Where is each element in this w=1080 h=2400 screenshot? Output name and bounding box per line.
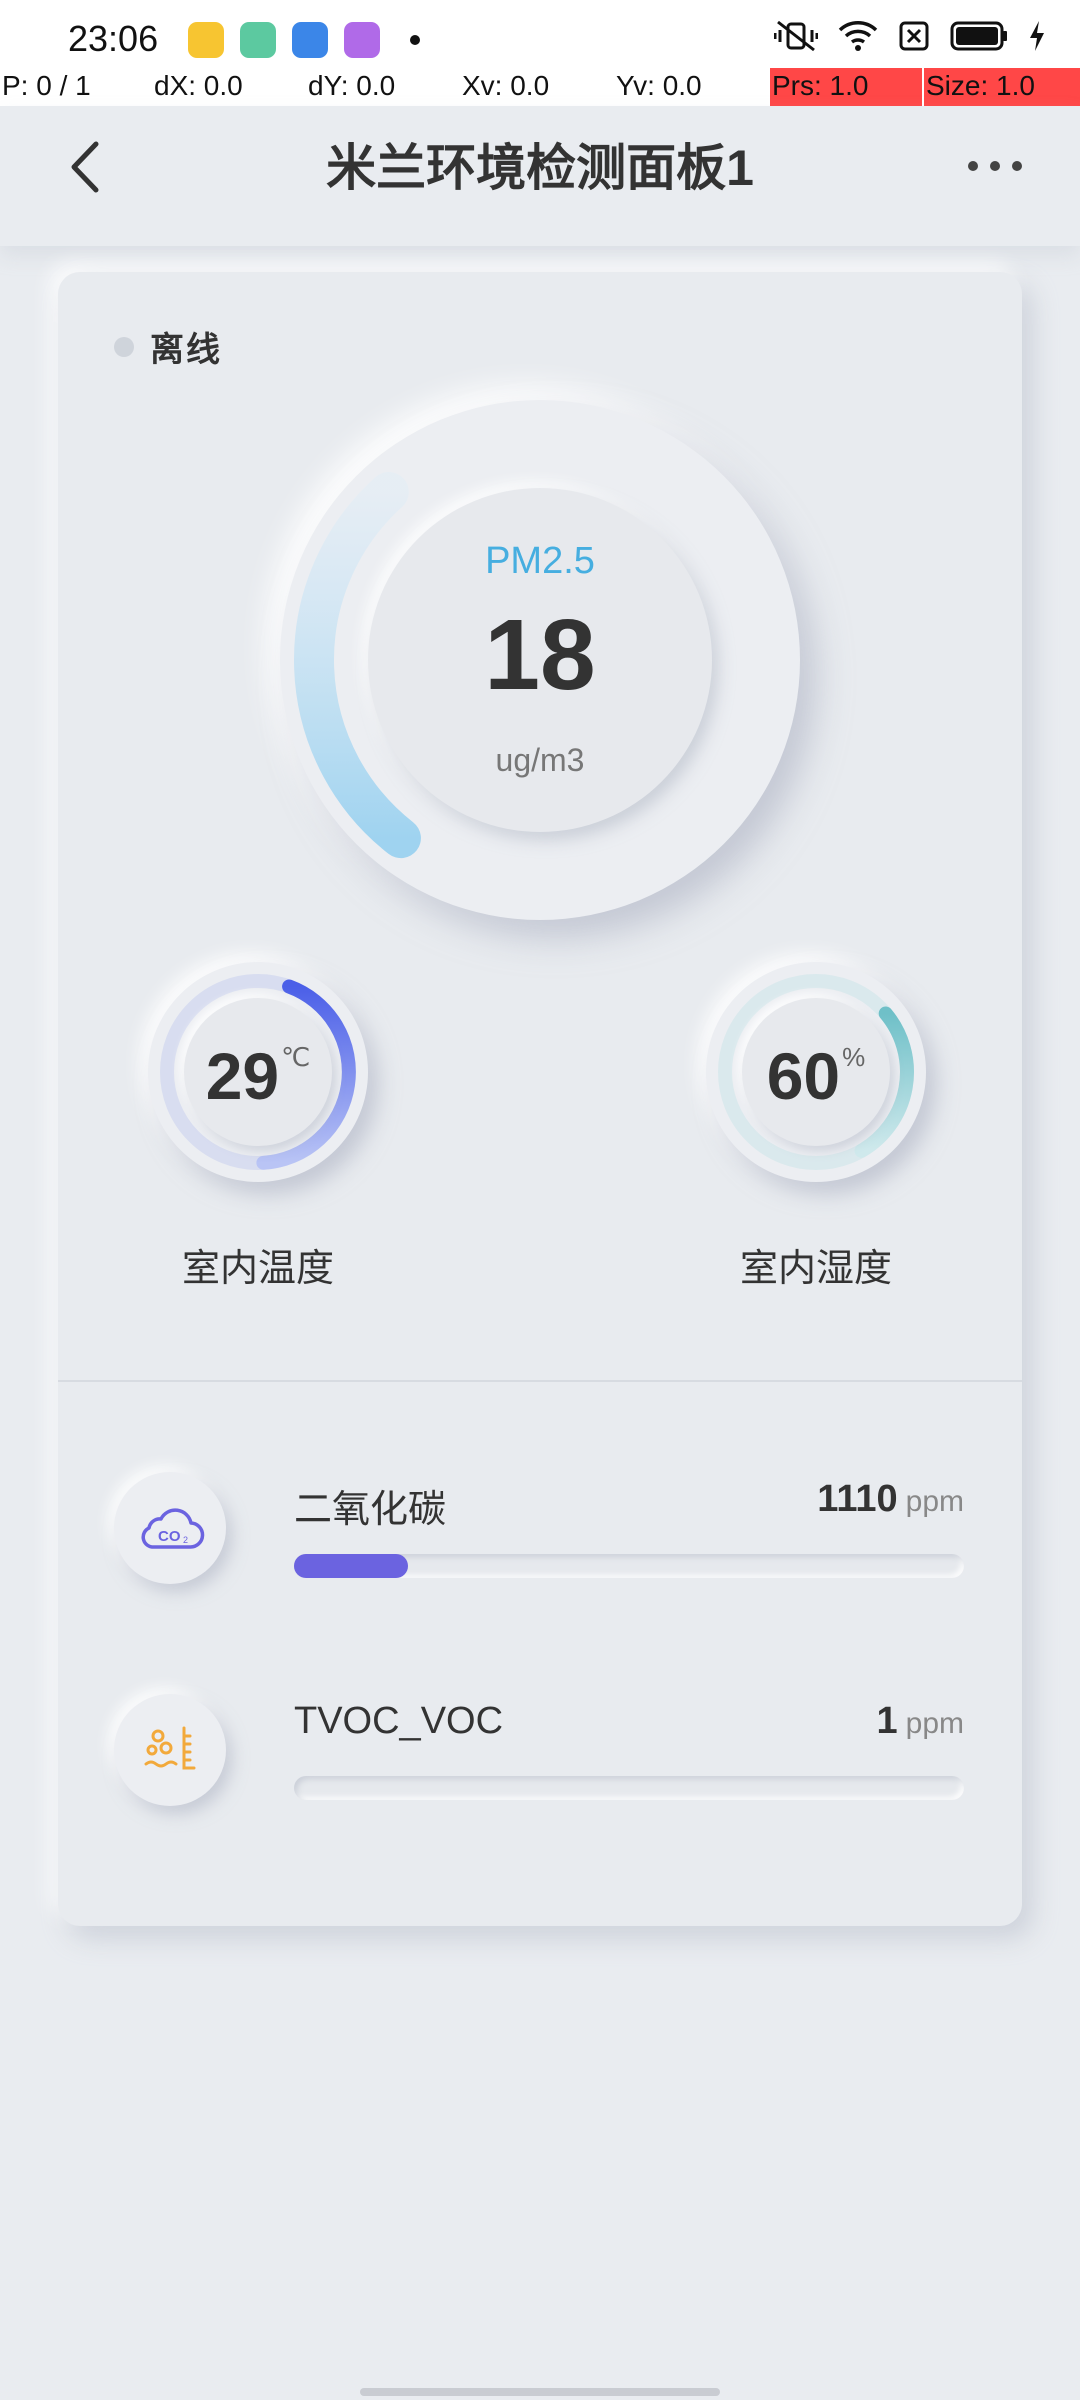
debug-size: Size: 1.0 — [924, 68, 1080, 106]
co2-value: 1110 — [817, 1478, 898, 1520]
humidity-readout: 60% — [742, 998, 890, 1146]
temperature-caption: 室内温度 — [181, 1248, 334, 1290]
co2-value-wrap: 1110 ppm — [817, 1478, 964, 1521]
status-bar: 23:06 — [0, 0, 1080, 72]
photo-app-icon — [240, 22, 276, 58]
debug-pressure: Prs: 1.0 — [770, 68, 922, 106]
pointer-debug-bar: P: 0 / 1 dX: 0.0 dY: 0.0 Xv: 0.0 Yv: 0.0… — [0, 68, 1080, 106]
device-status: 离线 — [114, 322, 222, 371]
status-dot-icon — [114, 336, 134, 357]
app-header: 米兰环境检测面板1 — [0, 106, 1080, 246]
more-options-button[interactable] — [960, 146, 1030, 186]
home-indicator[interactable] — [360, 2388, 720, 2396]
section-divider — [58, 1380, 1022, 1382]
humidity-unit: % — [842, 1042, 866, 1072]
pm25-label: PM2.5 — [485, 540, 595, 582]
humidity-value: 60 — [766, 1039, 841, 1113]
pm25-unit: ug/m3 — [495, 742, 585, 778]
store-icon — [344, 22, 380, 58]
environment-card: 离线 PM2.5 18 ug/m3 29℃ 室内温度 60% 室内湿度 CO 2… — [58, 272, 1022, 1926]
device-status-label: 离线 — [150, 331, 222, 369]
voc-value-wrap: 1 ppm — [877, 1700, 965, 1743]
humidity-caption: 室内湿度 — [739, 1248, 892, 1290]
co2-cloud-icon: CO 2 — [141, 1508, 205, 1549]
co2-level-track — [294, 1554, 964, 1578]
co2-level-fill — [294, 1554, 408, 1578]
no-sim-icon — [899, 21, 929, 51]
pm25-readout: PM2.5 18 ug/m3 — [368, 488, 712, 832]
pm25-gauge: PM2.5 18 ug/m3 — [280, 400, 800, 920]
more-notifications-dot-icon — [410, 35, 420, 45]
debug-dy: dY: 0.0 — [308, 70, 396, 101]
debug-dx: dX: 0.0 — [154, 70, 243, 101]
voc-value: 1 — [876, 1700, 898, 1742]
charging-icon — [1030, 21, 1044, 51]
svg-text:2: 2 — [183, 1535, 188, 1545]
notification-icons — [188, 22, 420, 58]
co2-icon-badge: CO 2 — [114, 1472, 226, 1584]
co2-name: 二氧化碳 — [294, 1489, 447, 1531]
voc-name: TVOC_VOC — [294, 1700, 504, 1742]
co2-unit: ppm — [905, 1485, 964, 1518]
humidity-value-wrap: 60% — [742, 1038, 890, 1114]
temperature-gauge: 29℃ — [148, 962, 368, 1182]
temperature-readout: 29℃ — [184, 998, 332, 1146]
temperature-value-wrap: 29℃ — [184, 1038, 332, 1114]
voc-level-track — [294, 1776, 964, 1800]
voc-icon — [144, 1726, 196, 1770]
debug-yv: Yv: 0.0 — [616, 70, 702, 101]
status-right-icons — [774, 20, 1046, 52]
more-horizontal-icon — [968, 161, 978, 171]
pm25-value: 18 — [484, 599, 596, 711]
debug-pointer: P: 0 / 1 — [2, 70, 91, 101]
debug-xv: Xv: 0.0 — [462, 70, 550, 101]
battery-icon — [950, 21, 1007, 51]
voc-icon-badge — [114, 1694, 226, 1806]
wifi-icon — [838, 21, 878, 51]
browser-icon — [292, 22, 328, 58]
humidity-gauge: 60% — [706, 962, 926, 1182]
files-icon — [188, 22, 224, 58]
vibrate-icon — [774, 20, 818, 52]
temperature-unit: ℃ — [281, 1042, 311, 1072]
page-title: 米兰环境检测面板1 — [326, 140, 754, 196]
temperature-value: 29 — [205, 1039, 280, 1113]
svg-text:CO: CO — [158, 1528, 181, 1545]
status-time: 23:06 — [68, 18, 159, 59]
voc-unit: ppm — [905, 1707, 964, 1740]
